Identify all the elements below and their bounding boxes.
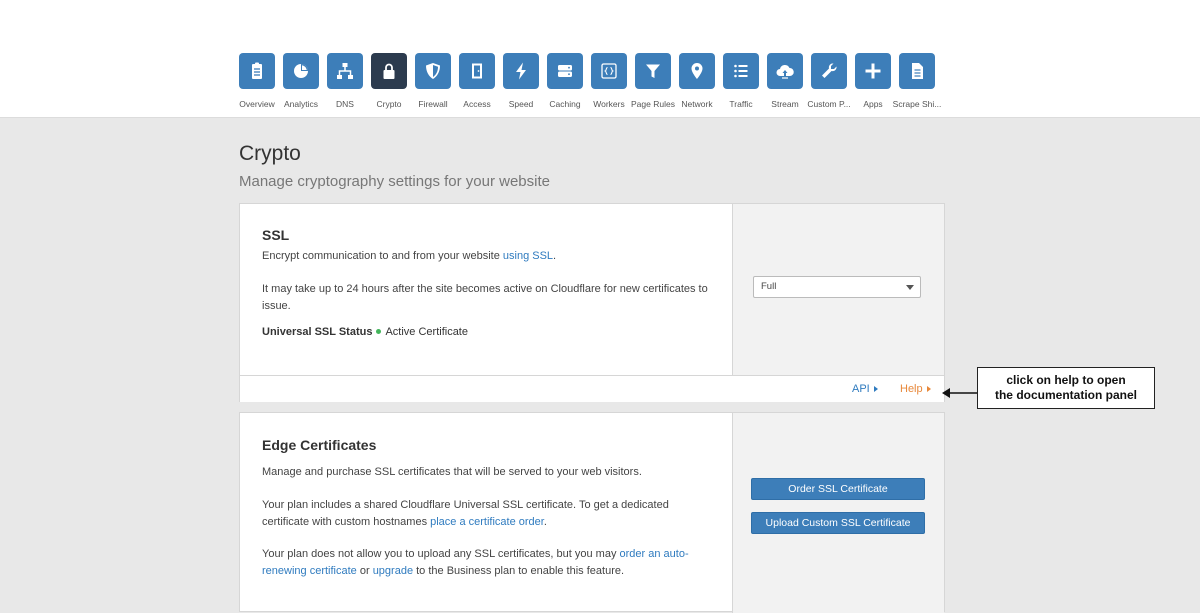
help-link-label: Help — [900, 383, 923, 395]
app-navigation: Overview Analytics DNS Crypto Firewall Access… — [0, 40, 1200, 118]
help-callout: click on help to open the documentation … — [977, 367, 1155, 409]
code-braces-icon — [591, 53, 627, 89]
ssl-title: SSL — [262, 227, 290, 243]
status-dot-icon — [376, 329, 382, 335]
list-icon — [723, 53, 759, 89]
shield-icon — [415, 53, 451, 89]
ssl-note: It may take up to 24 hours after the sit… — [262, 283, 708, 312]
clipboard-icon — [239, 53, 275, 89]
wrench-icon — [811, 53, 847, 89]
map-pin-icon — [679, 53, 715, 89]
callout-line-1: click on help to open — [1006, 373, 1126, 387]
edge-description: Manage and purchase SSL certificates tha… — [262, 466, 642, 478]
edge-title: Edge Certificates — [262, 437, 377, 453]
sitemap-icon — [327, 53, 363, 89]
callout-line-2: the documentation panel — [994, 388, 1137, 402]
lightning-icon — [503, 53, 539, 89]
upload-custom-ssl-button[interactable]: Upload Custom SSL Certificate — [751, 512, 925, 534]
arrow-left-icon — [942, 388, 978, 398]
nav-item-apps[interactable]: Apps — [855, 53, 891, 109]
plus-icon — [855, 53, 891, 89]
page-title: Crypto — [239, 142, 301, 165]
lock-icon — [371, 53, 407, 89]
nav-item-workers[interactable]: Workers — [591, 53, 627, 109]
nav-item-stream[interactable]: Stream — [767, 53, 803, 109]
nav-item-speed[interactable]: Speed — [503, 53, 539, 109]
using-ssl-link[interactable]: using SSL — [503, 250, 553, 262]
edge-card-controls: Order SSL Certificate Upload Custom SSL … — [732, 413, 944, 613]
chevron-down-icon — [906, 285, 914, 290]
ssl-mode-value: Full — [761, 281, 777, 292]
ssl-mode-select[interactable]: Full — [753, 276, 921, 298]
nav-item-page-rules[interactable]: Page Rules — [631, 53, 675, 109]
cloud-upload-icon — [767, 53, 803, 89]
ssl-card-footer: API Help — [240, 375, 944, 402]
nav-item-traffic[interactable]: Traffic — [723, 53, 759, 109]
api-link[interactable]: API — [852, 383, 878, 395]
caret-right-icon — [873, 386, 878, 393]
edge-upload-text: Your plan does not allow you to upload a… — [262, 548, 620, 560]
nav-item-crypto[interactable]: Crypto — [371, 53, 407, 109]
edge-upload-info: Your plan does not allow you to upload a… — [262, 546, 702, 580]
document-icon — [899, 53, 935, 89]
edge-plan-suffix: . — [543, 516, 547, 528]
nav-item-overview[interactable]: Overview — [239, 53, 275, 109]
filter-icon — [635, 53, 671, 89]
ssl-desc-suffix: . — [553, 250, 557, 262]
place-certificate-order-link[interactable]: place a certificate order — [430, 516, 544, 528]
order-ssl-certificate-button[interactable]: Order SSL Certificate — [751, 478, 925, 500]
edge-certificates-card: Order SSL Certificate Upload Custom SSL … — [239, 412, 945, 613]
ssl-description: Encrypt communication to and from your w… — [262, 248, 722, 265]
nav-item-analytics[interactable]: Analytics — [283, 53, 319, 109]
ssl-desc-text: Encrypt communication to and from your w… — [262, 250, 503, 262]
api-link-label: API — [852, 383, 870, 395]
nav-item-dns[interactable]: DNS — [327, 53, 363, 109]
status-value: Active Certificate — [385, 326, 468, 338]
status-label: Universal SSL Status — [262, 326, 373, 338]
caret-right-icon — [926, 386, 931, 393]
ssl-card-controls: Full — [732, 204, 944, 375]
pie-chart-icon — [283, 53, 319, 89]
universal-ssl-status: Universal SSL Status Active Certificate — [262, 326, 468, 338]
page-subtitle: Manage cryptography settings for your we… — [239, 173, 550, 190]
nav-items: Overview Analytics DNS Crypto Firewall Access… — [239, 53, 943, 109]
nav-item-access[interactable]: Access — [459, 53, 495, 109]
nav-item-scrape-shi[interactable]: Scrape Shi... — [893, 53, 941, 109]
door-icon — [459, 53, 495, 89]
nav-label: Scrape Shi... — [892, 99, 942, 109]
nav-item-caching[interactable]: Caching — [547, 53, 583, 109]
edge-upload-suffix: to the Business plan to enable this feat… — [413, 565, 625, 577]
server-icon — [547, 53, 583, 89]
nav-item-firewall[interactable]: Firewall — [415, 53, 451, 109]
edge-plan-info: Your plan includes a shared Cloudflare U… — [262, 497, 702, 531]
ssl-card: Full SSL Encrypt communication to and fr… — [239, 203, 945, 402]
top-bar — [0, 0, 1200, 41]
nav-item-custom-p[interactable]: Custom P... — [807, 53, 851, 109]
nav-item-network[interactable]: Network — [679, 53, 715, 109]
help-link[interactable]: Help — [900, 383, 931, 395]
edge-upload-mid: or — [356, 565, 373, 577]
upgrade-link[interactable]: upgrade — [373, 565, 413, 577]
